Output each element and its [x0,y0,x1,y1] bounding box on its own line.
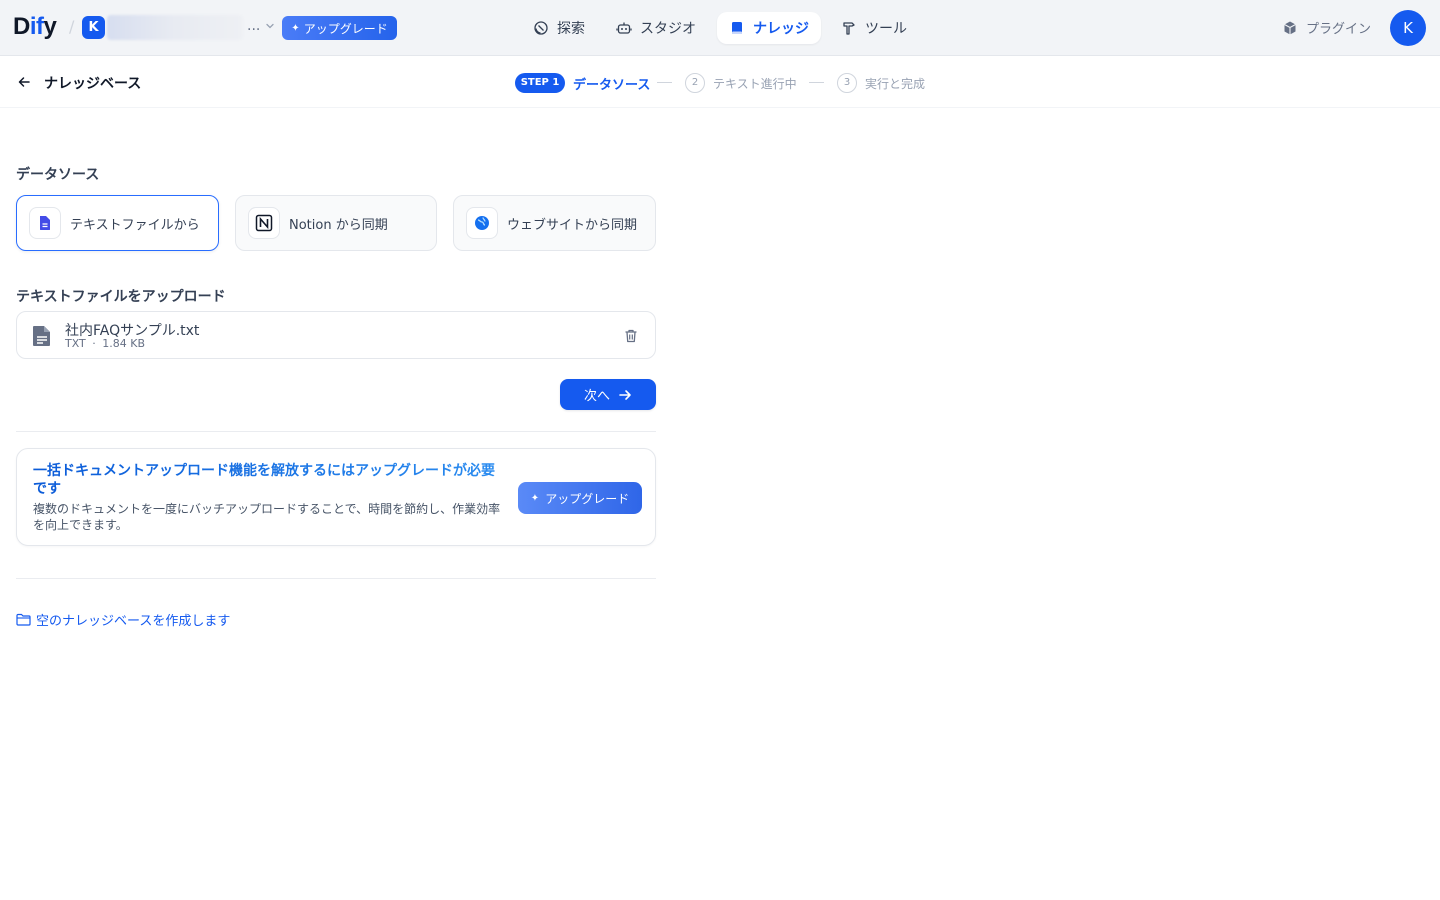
plugin-button[interactable]: プラグイン [1282,18,1371,37]
promo-title: 一括ドキュメントアップロード機能を解放するにはアップグレードが必要です [33,462,503,498]
sparkle-icon: ✦ [291,22,300,34]
chevron-down-icon[interactable] [264,20,276,32]
create-empty-knowledge-label: 空のナレッジベースを作成します [36,614,231,629]
step-2-number: 2 [685,73,705,93]
workspace-name-redacted[interactable] [107,15,243,40]
step-1-label: データソース [573,78,651,93]
globe-icon [466,207,498,239]
breadcrumb-separator: / [69,17,75,36]
top-navigation-bar: Dify / K ... ✦ アップグレード 探索 スタジオ ナレッジ ツール … [0,0,1440,56]
next-button[interactable]: 次へ [560,379,656,410]
file-type: TXT [65,337,86,350]
arrow-right-icon [619,389,631,400]
text-file-icon [33,326,50,346]
folder-icon [16,613,31,626]
step-1-badge: STEP 1 [515,73,565,93]
back-to-knowledge-base[interactable]: ナレッジベース [44,73,141,93]
plugin-label: プラグイン [1306,22,1372,37]
divider [16,431,656,432]
next-button-label: 次へ [583,389,610,404]
workspace-name-ellipsis[interactable]: ... [247,18,260,34]
step-separator [809,82,824,83]
promo-upgrade-button[interactable]: ✦ アップグレード [518,482,642,514]
step-2-label: テキスト進行中 [713,77,797,91]
document-icon [29,207,61,239]
nav-tools[interactable]: ツール [829,12,919,44]
promo-upgrade-label: アップグレード [545,491,630,506]
create-empty-knowledge-link[interactable]: 空のナレッジベースを作成します [16,610,230,629]
upgrade-button[interactable]: ✦ アップグレード [282,16,397,40]
source-option-text-file[interactable]: テキストファイルから [16,195,219,251]
compass-icon [534,21,548,35]
step-3-number: 3 [837,73,857,93]
trash-icon[interactable] [623,328,639,344]
upload-title: テキストファイルをアップロード [16,289,226,305]
source-option-label: ウェブサイトから同期 [507,217,638,233]
dify-logo[interactable]: Dify [13,12,57,42]
sparkle-icon: ✦ [530,492,540,504]
book-icon [732,22,742,34]
user-avatar[interactable]: K [1390,10,1426,46]
source-option-notion[interactable]: Notion から同期 [235,195,437,251]
nav-explore[interactable]: 探索 [521,12,597,44]
divider [16,578,656,579]
datasource-title: データソース [16,167,100,183]
step-header: ナレッジベース STEP 1 データソース 2 テキスト進行中 3 実行と完成 [0,57,1440,108]
nav-label: スタジオ [640,21,696,37]
hammer-icon [843,22,855,35]
source-option-label: テキストファイルから [70,217,200,233]
file-size: 1.84 KB [102,337,146,350]
nav-label: ナレッジ [753,21,809,37]
workspace-avatar[interactable]: K [82,16,105,39]
robot-icon [616,22,632,34]
cube-icon [1284,21,1296,34]
arrow-left-icon[interactable] [16,74,32,90]
batch-upload-upgrade-card: 一括ドキュメントアップロード機能を解放するにはアップグレードが必要です 複数のド… [16,448,656,546]
uploaded-file-row[interactable]: 社内FAQサンプル.txt TXT · 1.84 KB [16,311,656,359]
file-meta-separator: · [92,337,96,350]
source-option-website[interactable]: ウェブサイトから同期 [453,195,656,251]
notion-icon [248,207,280,239]
step-3-label: 実行と完成 [865,77,926,91]
nav-studio[interactable]: スタジオ [604,12,708,44]
step-separator [657,82,672,83]
promo-description: 複数のドキュメントを一度にバッチアップロードすることで、時間を節約し、作業効率を… [33,502,501,532]
source-option-label: Notion から同期 [289,217,388,233]
nav-label: 探索 [557,21,585,37]
nav-label: ツール [865,21,907,37]
upgrade-button-label: アップグレード [303,21,388,36]
nav-knowledge[interactable]: ナレッジ [717,12,821,44]
file-meta: TXT · 1.84 KB [65,337,145,350]
